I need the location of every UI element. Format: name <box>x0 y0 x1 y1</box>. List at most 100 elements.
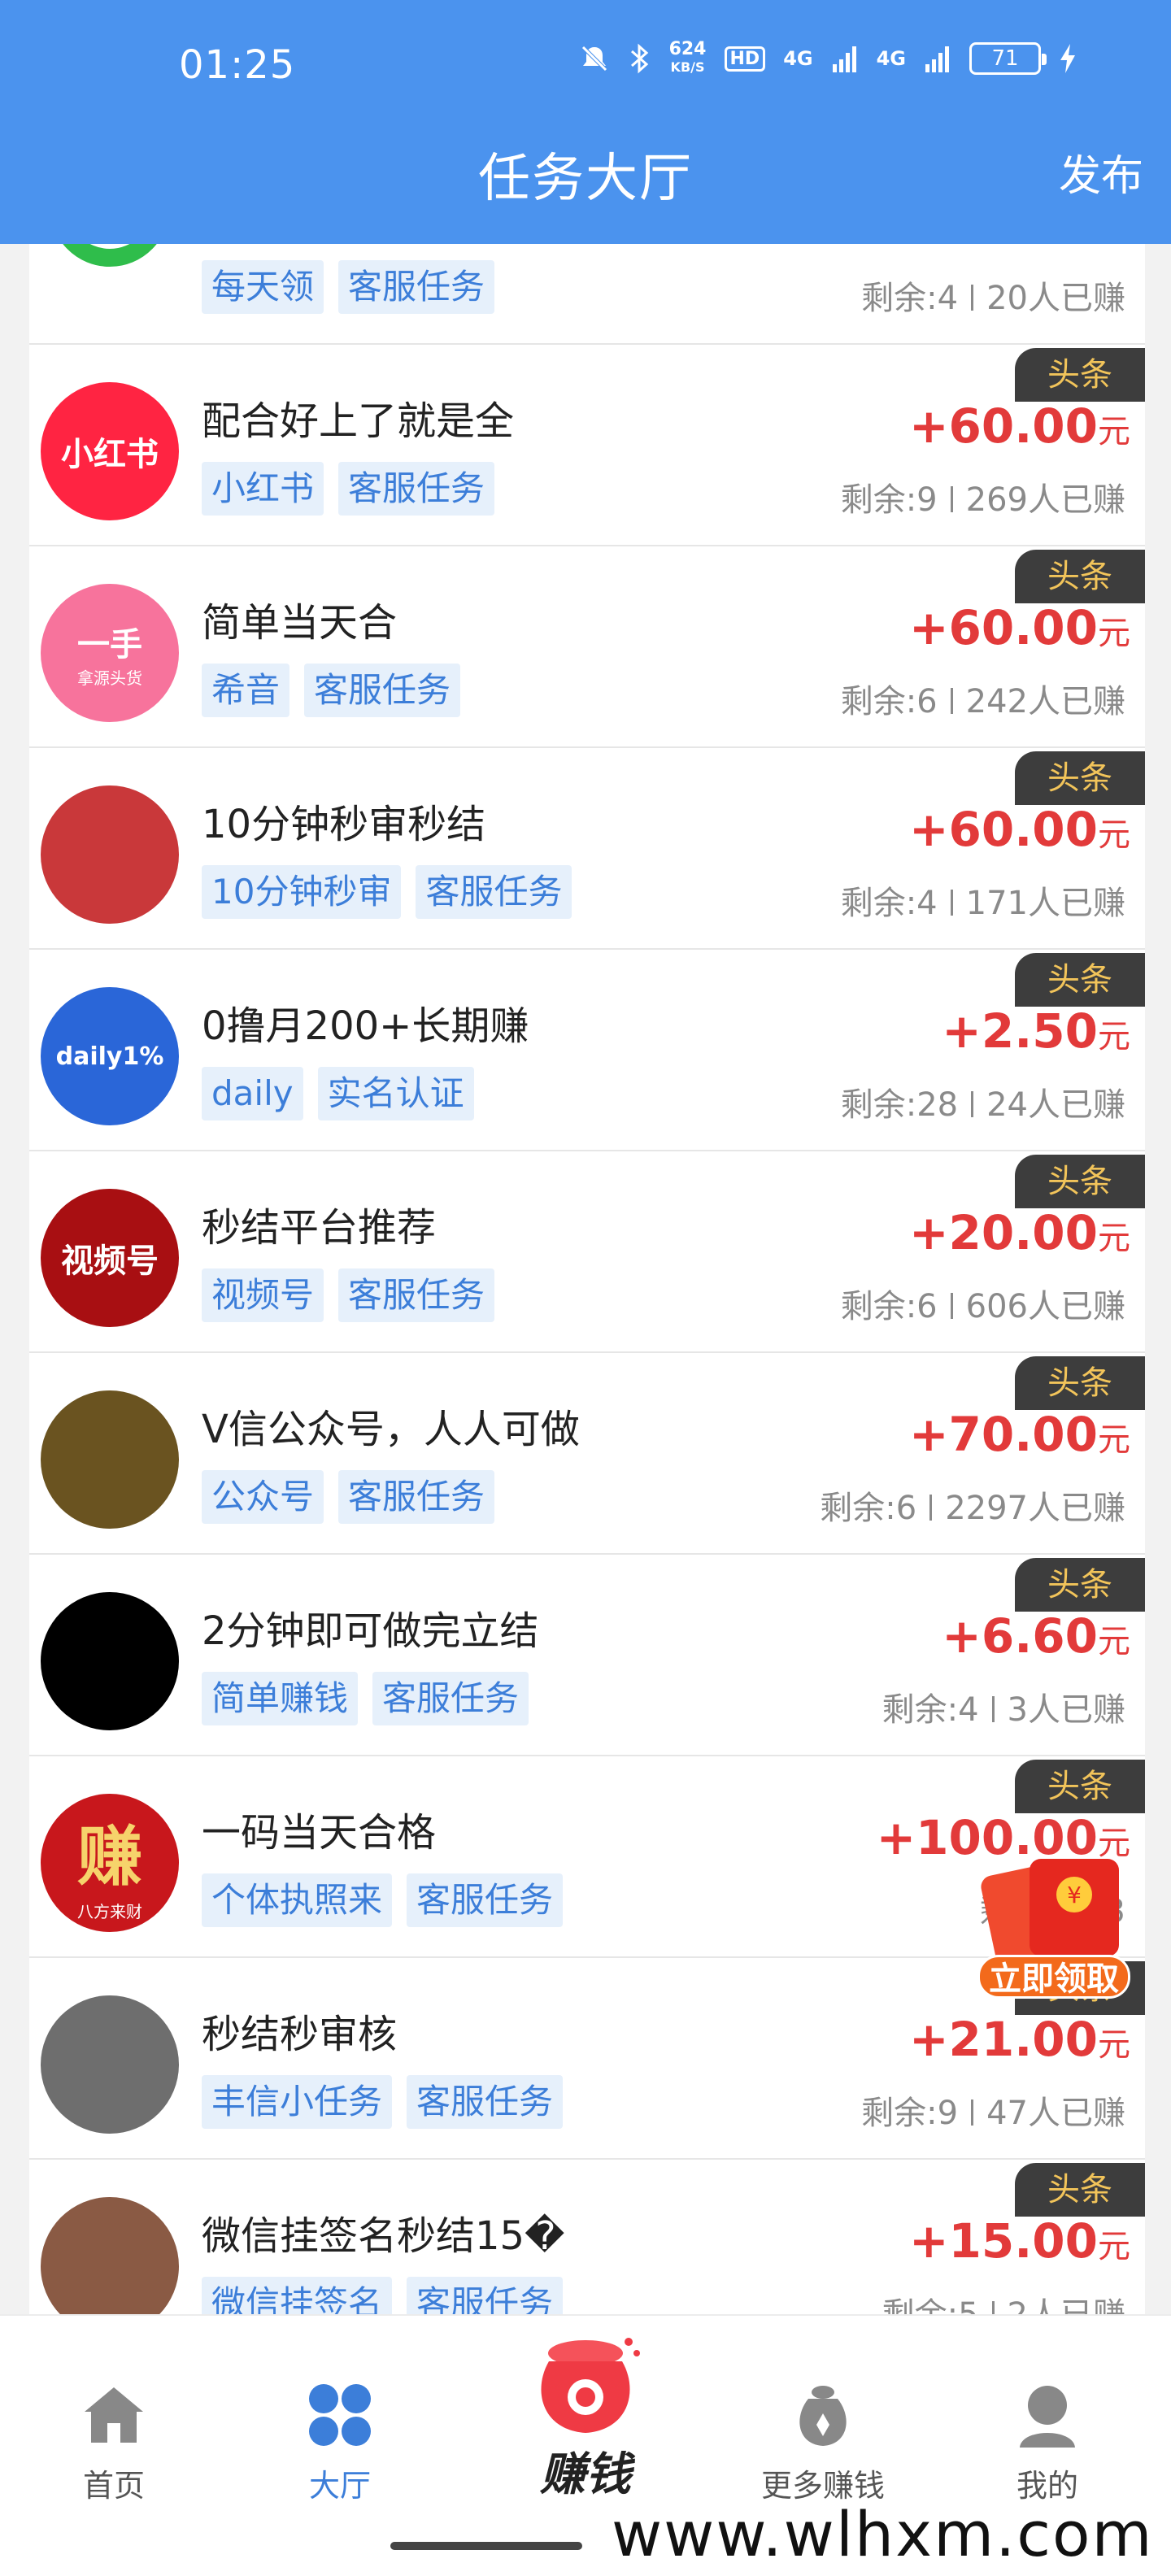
headline-badge: 头条 <box>1015 751 1145 805</box>
avatar-text: 小红书 <box>61 436 159 473</box>
reward-amount: +70.00 <box>908 1407 1098 1462</box>
reward-amount: +2.50 <box>942 1003 1098 1059</box>
publish-button[interactable]: 发布 <box>1059 141 1143 202</box>
task-tags: daily 实名认证 <box>202 1067 474 1120</box>
avatar-subtext: 八方来财 <box>77 1901 142 1921</box>
earned-count: 2人已赚 <box>1008 2296 1125 2314</box>
remaining-count: 剩余:4 <box>861 280 959 317</box>
home-indicator[interactable] <box>390 2542 582 2550</box>
task-tags: 个体执照来 客服任务 <box>202 1873 564 1927</box>
avatar-text: 一手 <box>77 625 142 664</box>
battery-indicator: 71 <box>969 42 1047 75</box>
earned-count: 24人已赚 <box>986 1086 1125 1124</box>
task-reward: +70.00元 <box>909 1407 1130 1462</box>
net-speed: 624 KB/S <box>668 39 707 76</box>
headline-badge: 头条 <box>1015 348 1145 402</box>
task-reward: +6.60元 <box>942 1608 1130 1664</box>
task-tags: 希音 客服任务 <box>202 664 461 717</box>
reward-amount: +20.00 <box>908 1205 1098 1260</box>
task-title: V信公众号，人人可做 <box>202 1407 580 1452</box>
svg-text:¥: ¥ <box>1067 1882 1082 1908</box>
task-avatar <box>41 1592 179 1730</box>
task-tag: 客服任务 <box>407 1873 564 1927</box>
nav-label: 赚钱 <box>540 2448 631 2501</box>
task-row[interactable]: 视频号 秒结平台推荐 视频号 客服任务 头条 +20.00元 剩余:6 606人已赚 <box>29 1151 1145 1353</box>
task-reward: +60.00元 <box>909 398 1130 454</box>
task-meta: 剩余:4 3人已赚 <box>882 1683 1125 1730</box>
task-row[interactable]: 微信挂签名秒结15� 微信挂签名客服任务 头条+15.00元剩余:5 2人已赚 <box>29 2160 1145 2314</box>
reward-amount: +21.00 <box>908 2012 1098 2067</box>
money-bag-icon <box>541 2338 640 2433</box>
task-meta: 剩余:6 242人已赚 <box>841 675 1125 722</box>
task-reward: +15.00元 <box>909 2213 1130 2269</box>
grid-icon <box>309 2384 371 2446</box>
task-tags: 10分钟秒审 客服任务 <box>202 865 572 919</box>
nav-profile[interactable]: 我的 <box>966 2381 1129 2505</box>
task-avatar: 一手 拿源头货 <box>41 584 179 722</box>
headline-badge: 头条 <box>1015 953 1145 1007</box>
task-row[interactable]: 10分钟秒审秒结 10分钟秒审 客服任务 头条 +60.00元 剩余:4 171人已赚 <box>29 748 1145 950</box>
nav-label: 大厅 <box>308 2468 371 2504</box>
task-tag: 10分钟秒审 <box>202 865 402 919</box>
task-tag: 丰信小任务 <box>202 2075 393 2129</box>
task-tag: 客服任务 <box>338 462 495 516</box>
remaining-count: 剩余:4 <box>840 885 938 922</box>
task-meta: 剩余:9 47人已赚 <box>861 2086 1125 2134</box>
task-avatar <box>41 244 179 319</box>
task-avatar: 视频号 <box>41 1189 179 1327</box>
avatar-text: 赚 <box>77 1818 142 1895</box>
remaining-count: 剩余:6 <box>840 683 938 720</box>
task-reward: +20.00元 <box>909 1205 1130 1260</box>
charging-icon <box>1060 44 1075 73</box>
reward-unit: 元 <box>1098 413 1130 450</box>
task-row[interactable]: 2分钟即可做完立结 简单赚钱 客服任务 头条 +6.60元 剩余:4 3人已赚 <box>29 1555 1145 1756</box>
remaining-count: 剩余:6 <box>820 1490 917 1527</box>
remaining-count: 剩余:4 <box>882 1691 979 1729</box>
task-meta: 剩余:28 24人已赚 <box>841 1078 1125 1125</box>
reward-unit: 元 <box>1098 615 1130 652</box>
earned-count: 171人已赚 <box>965 885 1125 922</box>
earned-count: 606人已赚 <box>965 1288 1125 1325</box>
task-tags: 小红书 客服任务 <box>202 462 495 516</box>
reward-unit: 元 <box>1098 2026 1130 2064</box>
nav-earn[interactable]: 赚钱 <box>504 2332 667 2504</box>
nav-home[interactable]: 首页 <box>33 2381 195 2505</box>
headline-badge: 头条 <box>1015 1356 1145 1410</box>
task-title: 秒结平台推荐 <box>202 1205 437 1251</box>
reward-unit: 元 <box>1098 816 1130 854</box>
nav-hall[interactable]: 大厅 <box>259 2381 421 2505</box>
task-avatar: 赚八方来财 <box>41 1794 179 1932</box>
task-row[interactable]: daily1% 0撸月200+长期赚 daily 实名认证 头条 +2.50元 剩余:28 2… <box>29 950 1145 1151</box>
task-row-partial[interactable]: 每天领 客服任务 剩余:4 20人已赚 <box>29 244 1145 345</box>
claim-red-packet-button[interactable]: ¥ 立即领取 <box>973 1852 1135 1999</box>
earned-count: 242人已赚 <box>965 683 1125 720</box>
task-tag: 客服任务 <box>407 2075 564 2129</box>
task-row[interactable]: 小红书 配合好上了就是全 小红书 客服任务 头条 +60.00元 剩余:9 269人已赚 <box>29 345 1145 546</box>
headline-badge: 头条 <box>1015 1760 1145 1813</box>
earned-count: 2297人已赚 <box>945 1490 1125 1527</box>
network-label-1: 4G <box>783 47 813 70</box>
task-tags: 微信挂签名 客服任务 <box>202 2277 564 2314</box>
task-reward: +60.00元 <box>909 802 1130 857</box>
reward-unit: 元 <box>1098 1220 1130 1257</box>
task-meta: 剩余:4 20人已赚 <box>861 272 1125 319</box>
task-tag: 客服任务 <box>407 2277 564 2314</box>
task-title: 2分钟即可做完立结 <box>202 1608 539 1654</box>
signal-icon <box>832 46 856 72</box>
remaining-count: 剩余:6 <box>840 1288 938 1325</box>
nav-more-earn[interactable]: 更多赚钱 <box>742 2381 904 2505</box>
task-title: 微信挂签名秒结15� <box>202 2213 565 2259</box>
task-tag: 客服任务 <box>304 664 461 717</box>
task-tags: 视频号 客服任务 <box>202 1268 495 1322</box>
avatar-text: daily1% <box>55 1042 164 1071</box>
meta-separator <box>971 2100 974 2126</box>
task-avatar: daily1% <box>41 987 179 1125</box>
task-title: 0撸月200+长期赚 <box>202 1003 529 1049</box>
task-title: 简单当天合 <box>202 600 398 646</box>
task-row[interactable]: V信公众号，人人可做 公众号 客服任务 头条 +70.00元 剩余:6 2297人已赚 <box>29 1353 1145 1555</box>
mute-icon <box>581 46 607 72</box>
task-reward: +60.00元 <box>909 600 1130 655</box>
task-row[interactable]: 一手 拿源头货 简单当天合 希音 客服任务 头条 +60.00元 剩余:6 242人已赚 <box>29 546 1145 748</box>
hd-badge: HD <box>724 46 766 72</box>
task-title: 一码当天合格 <box>202 1810 437 1856</box>
